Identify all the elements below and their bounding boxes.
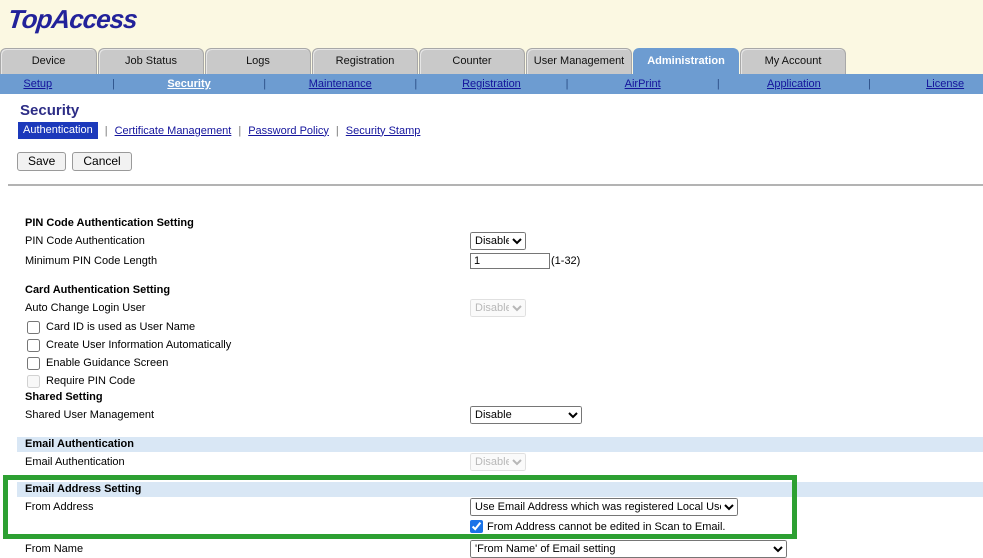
auto-change-login-user-label: Auto Change Login User <box>25 302 470 314</box>
card-section-title: Card Authentication Setting <box>0 283 983 298</box>
require-pin-code-label: Require PIN Code <box>46 375 135 387</box>
subnav-security[interactable]: Security <box>167 78 210 90</box>
pin-code-authentication-row: PIN Code Authentication Disable <box>0 231 983 251</box>
enable-guidance-screen-row: Enable Guidance Screen <box>0 354 983 372</box>
tab-job-status[interactable]: Job Status <box>98 48 204 74</box>
tab-user-management[interactable]: User Management <box>526 48 632 74</box>
security-submenu: Authentication | Certificate Management … <box>18 122 983 139</box>
admin-subnav: Setup | Security | Maintenance | Registr… <box>0 74 983 94</box>
submenu-separator: | <box>336 125 339 137</box>
auto-change-login-user-select: Disable <box>470 299 526 317</box>
create-user-info-label: Create User Information Automatically <box>46 339 231 351</box>
enable-guidance-screen-checkbox[interactable] <box>27 357 40 370</box>
action-buttons: Save Cancel <box>17 152 983 171</box>
pin-section-title: PIN Code Authentication Setting <box>0 216 983 231</box>
from-name-label: From Name <box>25 543 470 555</box>
from-address-select[interactable]: Use Email Address which was registered L… <box>470 498 738 516</box>
from-address-note-row: From Address cannot be edited in Scan to… <box>0 518 983 535</box>
from-address-note-label: From Address cannot be edited in Scan to… <box>487 521 725 533</box>
subnav-setup[interactable]: Setup <box>23 78 52 90</box>
tab-my-account[interactable]: My Account <box>740 48 846 74</box>
email-authentication-section-header: Email Authentication <box>17 437 983 452</box>
tab-counter[interactable]: Counter <box>419 48 525 74</box>
app-header: TopAccess <box>0 0 983 48</box>
pin-code-authentication-select[interactable]: Disable <box>470 232 526 250</box>
minimum-pin-length-row: Minimum PIN Code Length (1-32) <box>0 251 983 271</box>
email-authentication-row: Email Authentication Disable <box>0 452 983 472</box>
from-address-row: From Address Use Email Address which was… <box>0 497 983 517</box>
require-pin-code-checkbox <box>27 375 40 388</box>
subnav-separator: | <box>566 78 569 90</box>
submenu-certificate-management[interactable]: Certificate Management <box>115 125 232 137</box>
from-name-row: From Name 'From Name' of Email setting <box>0 539 983 558</box>
submenu-separator: | <box>238 125 241 137</box>
subnav-application[interactable]: Application <box>767 78 821 90</box>
topaccess-logo: TopAccess <box>6 4 138 35</box>
subnav-maintenance[interactable]: Maintenance <box>309 78 372 90</box>
from-name-select[interactable]: 'From Name' of Email setting <box>470 540 787 558</box>
from-address-note-checkbox[interactable] <box>470 520 483 533</box>
require-pin-code-row: Require PIN Code <box>0 372 983 390</box>
minimum-pin-length-label: Minimum PIN Code Length <box>25 255 470 267</box>
submenu-password-policy[interactable]: Password Policy <box>248 125 329 137</box>
authentication-form: PIN Code Authentication Setting PIN Code… <box>0 216 983 558</box>
tab-administration[interactable]: Administration <box>633 48 739 74</box>
card-id-username-checkbox[interactable] <box>27 321 40 334</box>
card-id-username-row: Card ID is used as User Name <box>0 318 983 336</box>
subnav-registration[interactable]: Registration <box>462 78 521 90</box>
page-title: Security <box>20 102 983 119</box>
submenu-security-stamp[interactable]: Security Stamp <box>346 125 421 137</box>
subnav-license[interactable]: License <box>926 78 964 90</box>
auto-change-login-user-row: Auto Change Login User Disable <box>0 298 983 318</box>
tab-logs[interactable]: Logs <box>205 48 311 74</box>
from-address-label: From Address <box>25 501 470 513</box>
email-address-setting-section-header: Email Address Setting <box>17 482 983 497</box>
shared-user-management-select[interactable]: Disable <box>470 406 582 424</box>
shared-user-management-label: Shared User Management <box>25 409 470 421</box>
pin-code-authentication-label: PIN Code Authentication <box>25 235 470 247</box>
email-address-setting-section: Email Address Setting From Address Use E… <box>0 482 983 535</box>
save-button[interactable]: Save <box>17 152 66 171</box>
enable-guidance-screen-label: Enable Guidance Screen <box>46 357 168 369</box>
subnav-separator: | <box>263 78 266 90</box>
email-authentication-select: Disable <box>470 453 526 471</box>
subnav-separator: | <box>717 78 720 90</box>
shared-user-management-row: Shared User Management Disable <box>0 405 983 425</box>
shared-section-title: Shared Setting <box>0 390 983 405</box>
subnav-separator: | <box>414 78 417 90</box>
subnav-separator: | <box>868 78 871 90</box>
subnav-separator: | <box>112 78 115 90</box>
submenu-separator: | <box>105 125 108 137</box>
minimum-pin-length-hint: (1-32) <box>551 255 580 267</box>
subnav-airprint[interactable]: AirPrint <box>625 78 661 90</box>
card-id-username-label: Card ID is used as User Name <box>46 321 195 333</box>
create-user-info-checkbox[interactable] <box>27 339 40 352</box>
horizontal-divider <box>8 184 983 186</box>
minimum-pin-length-input[interactable] <box>470 253 550 269</box>
cancel-button[interactable]: Cancel <box>72 152 131 171</box>
create-user-info-row: Create User Information Automatically <box>0 336 983 354</box>
submenu-authentication[interactable]: Authentication <box>18 122 98 139</box>
tab-device[interactable]: Device <box>0 48 97 74</box>
main-tab-bar: Device Job Status Logs Registration Coun… <box>0 48 983 74</box>
email-authentication-label: Email Authentication <box>25 456 470 468</box>
tab-registration[interactable]: Registration <box>312 48 418 74</box>
